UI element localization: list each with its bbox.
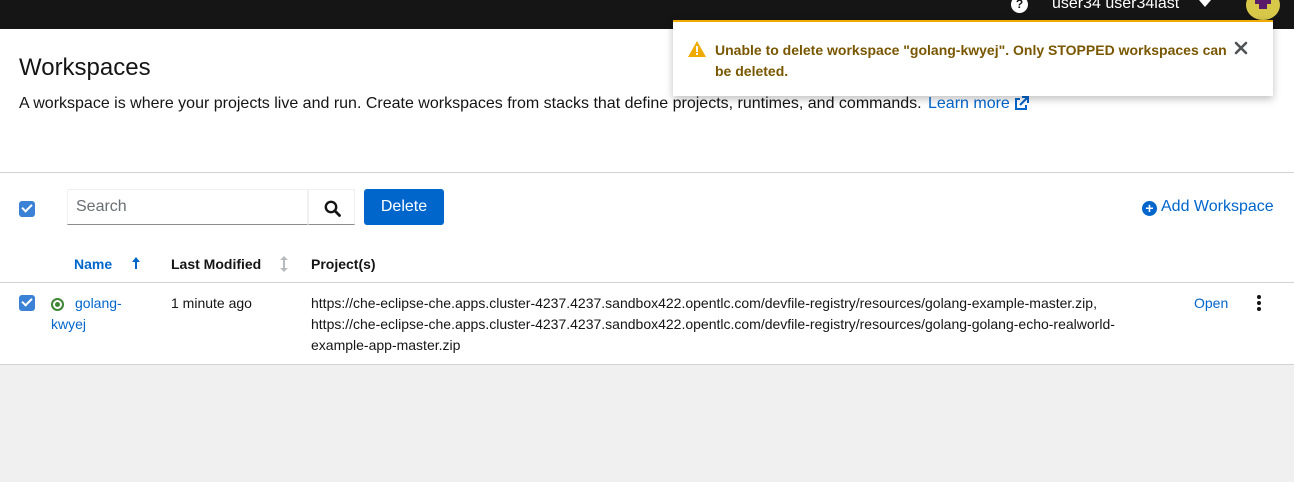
plus-circle-icon: + [1142,201,1157,216]
search-input[interactable] [67,189,308,225]
add-workspace-button[interactable]: + Add Workspace [1142,198,1274,218]
column-header-last-modified[interactable]: Last Modified [171,256,261,272]
project-url-continued: example-app-master.zip [311,337,461,353]
caret-down-icon[interactable] [1199,0,1211,7]
delete-button[interactable]: Delete [364,189,444,225]
last-modified-value: 1 minute ago [171,295,252,311]
project-url: https://che-eclipse-che.apps.cluster-423… [311,295,1097,311]
search-button[interactable] [308,189,355,225]
learn-more-link[interactable]: Learn more [928,95,1010,113]
kebab-menu-icon[interactable] [1256,295,1262,312]
sort-icon[interactable] [278,256,290,272]
page-title: Workspaces [19,54,151,81]
close-icon[interactable] [1234,41,1248,55]
alert-message-continued: be deleted. [715,63,789,79]
empty-content-area [0,365,1294,482]
question-circle-icon[interactable]: ? [1011,0,1028,13]
open-workspace-link[interactable]: Open [1194,295,1228,311]
workspace-name-link-continued[interactable]: kwyej [51,316,86,332]
row-checkbox[interactable] [19,295,35,311]
page-description: A workspace is where your projects live … [19,95,922,112]
warning-triangle-icon [688,41,706,57]
status-running-icon [51,298,64,311]
alert-message: Unable to delete workspace "golang-kwyej… [715,42,1227,58]
divider [0,172,1294,173]
sort-ascending-icon[interactable] [129,256,143,270]
divider [0,282,1294,283]
project-url: https://che-eclipse-che.apps.cluster-423… [311,316,1115,332]
select-all-checkbox[interactable] [19,201,35,217]
user-menu-toggle[interactable]: user34 user34last [1052,0,1179,13]
workspace-name-link[interactable]: golang- [75,295,122,311]
warning-alert: Unable to delete workspace "golang-kwyej… [673,20,1273,96]
column-header-name[interactable]: Name [74,256,112,272]
avatar[interactable] [1246,0,1280,20]
external-link-icon[interactable] [1013,96,1029,112]
add-workspace-label: Add Workspace [1161,198,1274,215]
column-header-projects: Project(s) [311,256,376,272]
search-icon [324,200,341,217]
